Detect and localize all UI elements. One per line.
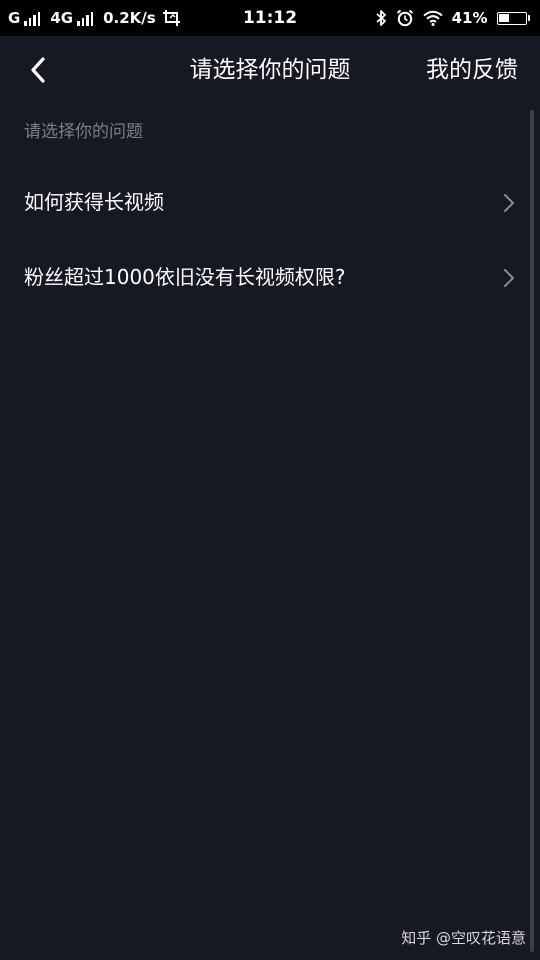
- list-item-long-video[interactable]: 如何获得长视频: [0, 166, 540, 241]
- alarm-icon: [396, 9, 414, 27]
- my-feedback-button[interactable]: 我的反馈: [426, 36, 518, 104]
- wifi-icon: [422, 10, 443, 26]
- question-list: 如何获得长视频 粉丝超过1000依旧没有长视频权限?: [0, 166, 540, 316]
- status-bar: G 4G 0.2K/s 11:12 41%: [0, 0, 540, 36]
- nav-bar: 请选择你的问题 我的反馈: [0, 36, 540, 104]
- battery-percent: 41%: [451, 9, 488, 27]
- list-item-label: 粉丝超过1000依旧没有长视频权限?: [24, 265, 346, 289]
- status-right: 41%: [375, 0, 530, 36]
- scrollbar[interactable]: [530, 110, 534, 952]
- section-label: 请选择你的问题: [24, 122, 143, 142]
- bluetooth-icon: [375, 9, 387, 27]
- list-item-label: 如何获得长视频: [24, 190, 164, 214]
- battery-icon: [496, 11, 530, 25]
- list-item-no-permission[interactable]: 粉丝超过1000依旧没有长视频权限?: [0, 241, 540, 316]
- chevron-right-icon: [504, 194, 514, 212]
- watermark: 知乎 @空叹花语意: [401, 929, 526, 947]
- chevron-right-icon: [504, 269, 514, 287]
